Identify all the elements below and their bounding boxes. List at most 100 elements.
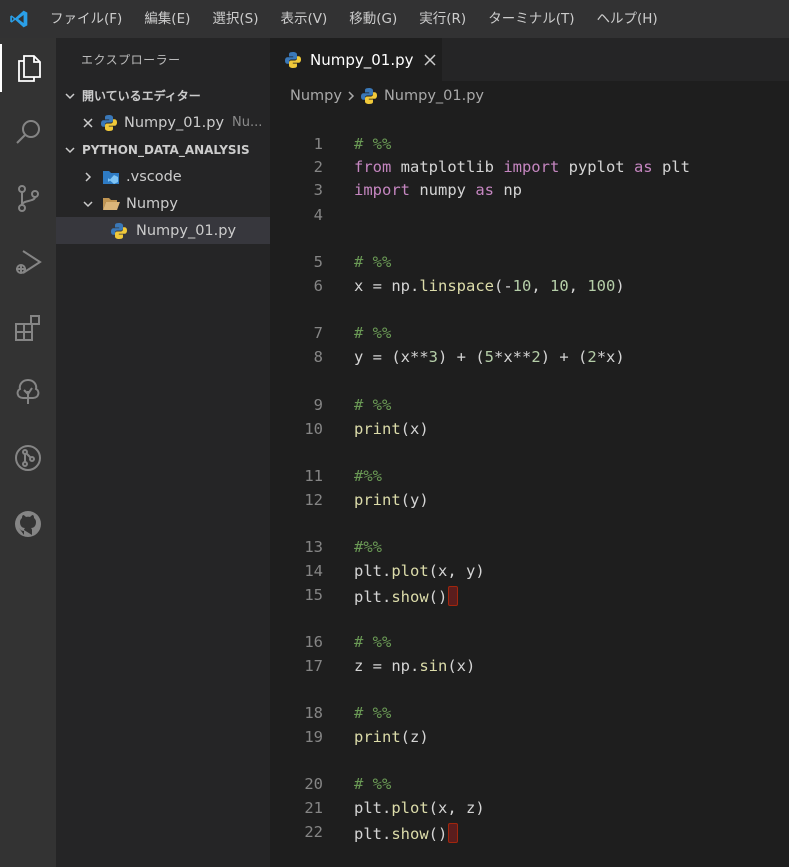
tab-close-icon[interactable] (423, 53, 436, 66)
tree-item-vscode-folder[interactable]: .vscode (56, 163, 270, 190)
code-line[interactable]: # %% (354, 633, 391, 651)
code-token: (z) (400, 728, 429, 746)
python-file-icon (284, 51, 302, 69)
code-line[interactable]: x = np.linspace(-10, 10, 100) (354, 277, 625, 295)
code-line[interactable]: # %% (354, 135, 391, 153)
line-number: 2 (313, 158, 323, 176)
code-token: as (475, 181, 494, 199)
menu-run[interactable]: 実行(R) (408, 0, 477, 38)
menu-edit[interactable]: 編集(E) (133, 0, 201, 38)
code-line[interactable]: import numpy as np (354, 181, 522, 199)
menu-selection[interactable]: 選択(S) (201, 0, 269, 38)
menu-help[interactable]: ヘルプ(H) (585, 0, 668, 38)
code-token: plt. (354, 588, 392, 606)
code-token: (- (493, 277, 513, 295)
code-line[interactable]: #%% (354, 538, 382, 556)
code-line[interactable]: # %% (354, 253, 391, 271)
explorer-activity-button[interactable] (0, 44, 56, 92)
code-token: print (354, 491, 401, 509)
extensions-icon (15, 315, 40, 341)
code-token: plt. (354, 562, 392, 580)
code-line[interactable]: #%% (354, 467, 382, 485)
github-icon (15, 511, 41, 537)
extensions-activity-button[interactable] (0, 304, 56, 352)
code-line[interactable]: plt.show() (354, 823, 459, 843)
code-token: show (391, 588, 429, 606)
menu-file[interactable]: ファイル(F) (38, 0, 133, 38)
code-token: () (428, 825, 448, 843)
line-number: 21 (304, 799, 323, 817)
code-token: # %% (354, 775, 392, 793)
line-number: 8 (313, 348, 323, 366)
line-number: 22 (304, 823, 323, 841)
source-control-activity-button[interactable] (0, 174, 56, 222)
testing-activity-button[interactable] (0, 368, 56, 416)
workspace-header[interactable]: PYTHON_DATA_ANALYSIS (56, 136, 270, 163)
code-line[interactable]: # %% (354, 704, 391, 722)
code-token: (x) (400, 420, 429, 438)
code-line[interactable]: print(y) (354, 491, 429, 509)
tab-numpy01[interactable]: Numpy_01.py (270, 38, 442, 81)
code-token: *x** (494, 348, 532, 366)
open-editors-header[interactable]: 開いているエディター (56, 82, 270, 109)
breadcrumb-folder[interactable]: Numpy (290, 88, 342, 104)
code-token: sin (419, 657, 448, 675)
tree-icon (16, 378, 40, 404)
code-token: 5 (484, 348, 495, 366)
code-token: , (568, 277, 588, 295)
code-line[interactable]: plt.show() (354, 586, 459, 606)
line-number: 11 (304, 467, 323, 485)
breadcrumb-file[interactable]: Numpy_01.py (384, 88, 484, 104)
line-number: 17 (304, 657, 323, 675)
line-number: 9 (313, 396, 323, 414)
line-number: 16 (304, 633, 323, 651)
code-token: plt. (354, 799, 392, 817)
code-token: ) + ( (540, 348, 588, 366)
code-line[interactable]: print(x) (354, 420, 429, 438)
code-token: (y) (400, 491, 429, 509)
code-token: #%% (354, 467, 382, 485)
code-token: pyplot (559, 158, 634, 176)
code-token: (x, z) (428, 799, 485, 817)
code-token: (x, y) (428, 562, 485, 580)
code-line[interactable]: plt.plot(x, y) (354, 562, 485, 580)
menu-view[interactable]: 表示(V) (270, 0, 339, 38)
error-highlight-marker (448, 586, 459, 606)
code-line[interactable]: from matplotlib import pyplot as plt (354, 158, 690, 176)
open-editors-label: 開いているエディター (82, 89, 201, 103)
open-editor-item[interactable]: Numpy_01.py Nu... (56, 109, 270, 136)
line-number: 7 (313, 324, 323, 342)
code-token: 2 (587, 348, 597, 366)
files-icon (18, 55, 41, 82)
code-token: ) (615, 277, 625, 295)
github-activity-button[interactable] (0, 500, 56, 548)
code-line[interactable]: # %% (354, 324, 391, 342)
code-token: plot (391, 799, 429, 817)
tree-item-numpy01-file[interactable]: Numpy_01.py (56, 217, 270, 244)
code-token: 2 (531, 348, 541, 366)
code-editor[interactable]: 1 # %% 2 from matplotlib import pyplot as p… (270, 111, 789, 867)
tab-bar: Numpy_01.py (270, 38, 789, 81)
workspace-label: PYTHON_DATA_ANALYSIS (82, 142, 250, 157)
tree-item-numpy-folder[interactable]: Numpy (56, 190, 270, 217)
code-token: z = np. (354, 657, 420, 675)
line-number: 4 (313, 206, 323, 224)
code-line[interactable]: z = np.sin(x) (354, 657, 475, 675)
run-debug-activity-button[interactable] (0, 238, 56, 286)
line-number: 10 (304, 420, 323, 438)
code-line[interactable]: # %% (354, 396, 391, 414)
line-number: 13 (304, 538, 323, 556)
close-icon[interactable] (82, 117, 96, 129)
code-line[interactable]: plt.plot(x, z) (354, 799, 485, 817)
code-token: 10 (550, 277, 569, 295)
line-number: 6 (313, 277, 323, 295)
code-token: import (354, 181, 410, 199)
explorer-sidebar: エクスプローラー 開いているエディター Numpy_01.py Nu... PY… (56, 38, 270, 867)
menu-terminal[interactable]: ターミナル(T) (477, 0, 585, 38)
code-line[interactable]: print(z) (354, 728, 429, 746)
code-line[interactable]: # %% (354, 775, 391, 793)
menu-go[interactable]: 移動(G) (338, 0, 408, 38)
code-line[interactable]: y = (x**3) + (5*x**2) + (2*x) (354, 348, 625, 366)
search-activity-button[interactable] (0, 108, 56, 156)
git-graph-activity-button[interactable] (0, 434, 56, 482)
